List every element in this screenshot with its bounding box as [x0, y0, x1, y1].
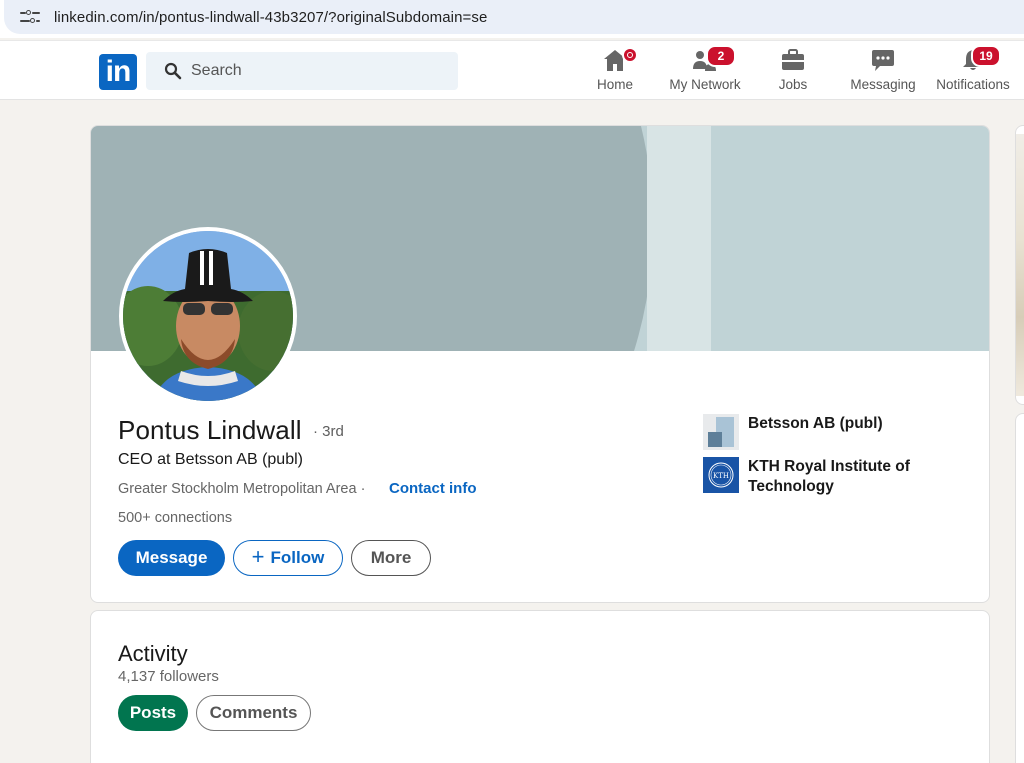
- nav-jobs[interactable]: Jobs: [773, 47, 813, 97]
- message-button[interactable]: Message: [118, 540, 225, 576]
- url-bar[interactable]: linkedin.com/in/pontus-lindwall-43b3207/…: [4, 0, 1024, 34]
- linkedin-header: in Search Home 2 My Network Jobs Messagi…: [0, 40, 1024, 100]
- profile-name: Pontus Lindwall: [118, 415, 302, 445]
- connection-degree: · 3rd: [313, 423, 344, 440]
- tab-posts[interactable]: Posts: [118, 695, 188, 731]
- nav-my-network[interactable]: 2 My Network: [665, 45, 745, 97]
- search-icon: [164, 62, 182, 80]
- plus-icon: +: [251, 544, 265, 569]
- nav-home[interactable]: Home: [590, 47, 640, 97]
- contact-info-link[interactable]: Contact info: [389, 480, 477, 497]
- side-card: [1015, 413, 1024, 763]
- notifications-badge: 19: [971, 45, 1001, 67]
- follow-button[interactable]: + Follow: [233, 540, 343, 576]
- profile-location: Greater Stockholm Metropolitan Area ·: [118, 481, 366, 497]
- nav-my-network-label: My Network: [669, 77, 741, 92]
- messaging-icon: [872, 50, 894, 71]
- briefcase-icon: [782, 49, 804, 70]
- home-notification-dot: [622, 47, 638, 63]
- company-name: Betsson AB (publ): [748, 415, 883, 432]
- company-kth[interactable]: KTH KTH Royal Institute of Technology: [703, 457, 918, 497]
- profile-headline: CEO at Betsson AB (publ): [118, 451, 303, 468]
- activity-card: Activity 4,137 followers Posts Comments: [90, 610, 990, 763]
- network-badge: 2: [706, 45, 736, 67]
- nav-notifications-label: Notifications: [936, 77, 1010, 92]
- follow-button-label: Follow: [270, 548, 325, 567]
- more-button[interactable]: More: [351, 540, 431, 576]
- followers-count: 4,137 followers: [118, 668, 219, 685]
- betsson-logo: [703, 414, 739, 450]
- connections-count[interactable]: 500+ connections: [118, 510, 232, 526]
- browser-address-bar: linkedin.com/in/pontus-lindwall-43b3207/…: [0, 0, 1024, 38]
- company-betsson[interactable]: Betsson AB (publ): [703, 414, 883, 450]
- linkedin-logo[interactable]: in: [99, 54, 137, 90]
- profile-photo: [123, 231, 293, 401]
- search-input[interactable]: Search: [191, 62, 242, 80]
- activity-title: Activity: [118, 641, 188, 666]
- site-settings-icon[interactable]: [20, 10, 40, 24]
- avatar[interactable]: [119, 227, 297, 405]
- nav-messaging-label: Messaging: [850, 77, 916, 92]
- kth-logo: KTH: [703, 457, 739, 493]
- nav-messaging[interactable]: Messaging: [849, 47, 917, 97]
- school-name: KTH Royal Institute of Technology: [748, 458, 910, 495]
- nav-notifications[interactable]: 19 Notifications: [933, 45, 1013, 97]
- url-text[interactable]: linkedin.com/in/pontus-lindwall-43b3207/…: [54, 9, 487, 26]
- nav-jobs-label: Jobs: [778, 77, 808, 92]
- profile-card: Pontus Lindwall · 3rd CEO at Betsson AB …: [90, 125, 990, 603]
- svg-text:KTH: KTH: [713, 472, 729, 480]
- side-ad-card[interactable]: [1015, 125, 1024, 405]
- tab-comments[interactable]: Comments: [196, 695, 311, 731]
- nav-home-label: Home: [596, 77, 633, 92]
- search-box[interactable]: Search: [146, 52, 458, 90]
